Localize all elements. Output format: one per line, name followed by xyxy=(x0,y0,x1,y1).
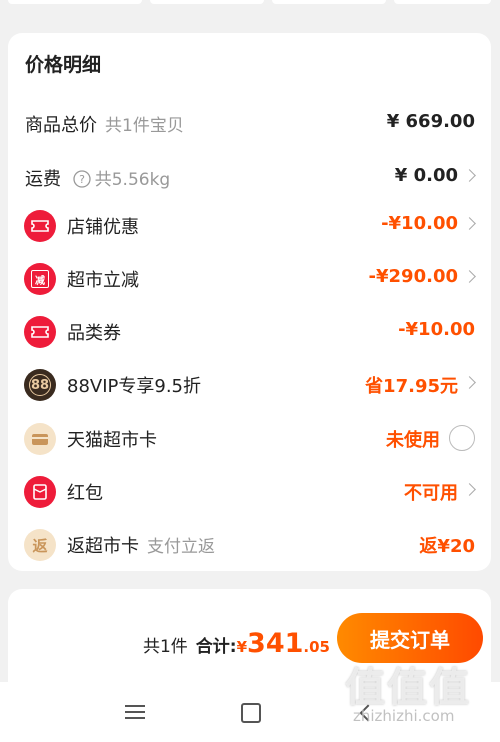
row-value: -¥10.00 xyxy=(381,213,458,234)
88vip-icon: 88 xyxy=(24,369,56,401)
row-label: 88VIP专享9.5折 xyxy=(67,376,202,397)
row-label: 返超市卡 xyxy=(67,536,139,557)
row-label: 店铺优惠 xyxy=(67,217,139,238)
row-goods-total: 商品总价 共1件宝贝 ¥ 669.00 xyxy=(8,103,491,143)
top-card-edge xyxy=(8,0,142,4)
top-card-edge xyxy=(150,0,264,4)
row-label: 超市立减 xyxy=(67,270,139,291)
total-amount-dec: .05 xyxy=(303,638,330,656)
row-value: 不可用 xyxy=(404,483,458,504)
svg-text:?: ? xyxy=(79,173,85,186)
row-tmall-card[interactable]: 天猫超市卡 未使用 xyxy=(8,418,491,458)
card-title: 价格明细 xyxy=(25,54,102,76)
row-sub: 共5.56kg xyxy=(94,170,171,190)
chevron-right-icon xyxy=(463,270,476,283)
row-88vip[interactable]: 88 88VIP专享9.5折 省17.95元 xyxy=(8,364,491,404)
total-label: 合计: xyxy=(195,637,237,657)
row-label: 红包 xyxy=(67,483,103,504)
row-value: ¥ 0.00 xyxy=(394,165,458,186)
top-strip xyxy=(0,0,500,18)
watermark-logo: 值值值 xyxy=(345,665,471,711)
row-label: 天猫超市卡 xyxy=(67,430,157,451)
gift-card-icon xyxy=(24,423,56,455)
row-value: 返¥20 xyxy=(419,536,475,557)
vip-glyph: 88 xyxy=(29,374,51,396)
total-amount-int: 341 xyxy=(247,628,304,659)
row-value: -¥10.00 xyxy=(398,319,475,340)
chevron-right-icon xyxy=(463,169,476,182)
chevron-right-icon xyxy=(463,217,476,230)
row-label: 品类券 xyxy=(67,323,121,344)
category-coupon-icon xyxy=(24,316,56,348)
menu-icon[interactable] xyxy=(125,705,145,719)
total-currency: ¥ xyxy=(236,638,248,656)
row-value: -¥290.00 xyxy=(368,266,458,287)
row-supermarket-reduce[interactable]: 减 超市立减 -¥290.00 xyxy=(8,258,491,298)
row-label: 运费 xyxy=(25,169,61,190)
row-label: 商品总价 xyxy=(25,115,97,136)
row-value: 未使用 xyxy=(386,430,440,451)
rebate-glyph: 返 xyxy=(32,536,48,555)
top-card-edge xyxy=(272,0,386,4)
row-value: ¥ 669.00 xyxy=(386,111,475,132)
reduce-icon: 减 xyxy=(24,263,56,295)
order-total: 共1件 合计:¥341.05 xyxy=(143,628,330,659)
row-red-packet[interactable]: 红包 不可用 xyxy=(8,471,491,511)
top-card-edge xyxy=(394,0,491,4)
price-detail-card: 价格明细 商品总价 共1件宝贝 ¥ 669.00 运费 ? 共5.56kg ¥ 0… xyxy=(8,33,491,571)
row-sub: 共1件宝贝 xyxy=(105,116,184,136)
reduce-glyph: 减 xyxy=(31,270,49,288)
watermark: 值值值 zhizhizhi.com xyxy=(345,655,495,740)
row-rebate-card: 返 返超市卡 支付立返 返¥20 xyxy=(8,524,491,564)
rebate-icon: 返 xyxy=(24,529,56,561)
row-category-coupon: 品类券 -¥10.00 xyxy=(8,311,491,351)
tmall-card-radio[interactable] xyxy=(449,425,475,451)
row-sub: 支付立返 xyxy=(147,537,215,557)
question-circle-icon[interactable]: ? xyxy=(73,170,91,188)
item-count: 共1件 xyxy=(142,637,188,657)
row-shipping[interactable]: 运费 ? 共5.56kg ¥ 0.00 xyxy=(8,157,491,197)
coupon-icon xyxy=(24,210,56,242)
red-packet-icon xyxy=(24,476,56,508)
row-store-discount[interactable]: 店铺优惠 -¥10.00 xyxy=(8,205,491,245)
chevron-right-icon xyxy=(463,376,476,389)
home-icon[interactable] xyxy=(241,703,261,723)
chevron-right-icon xyxy=(463,483,476,496)
watermark-url: zhizhizhi.com xyxy=(353,707,455,725)
row-value: 省17.95元 xyxy=(365,376,458,397)
